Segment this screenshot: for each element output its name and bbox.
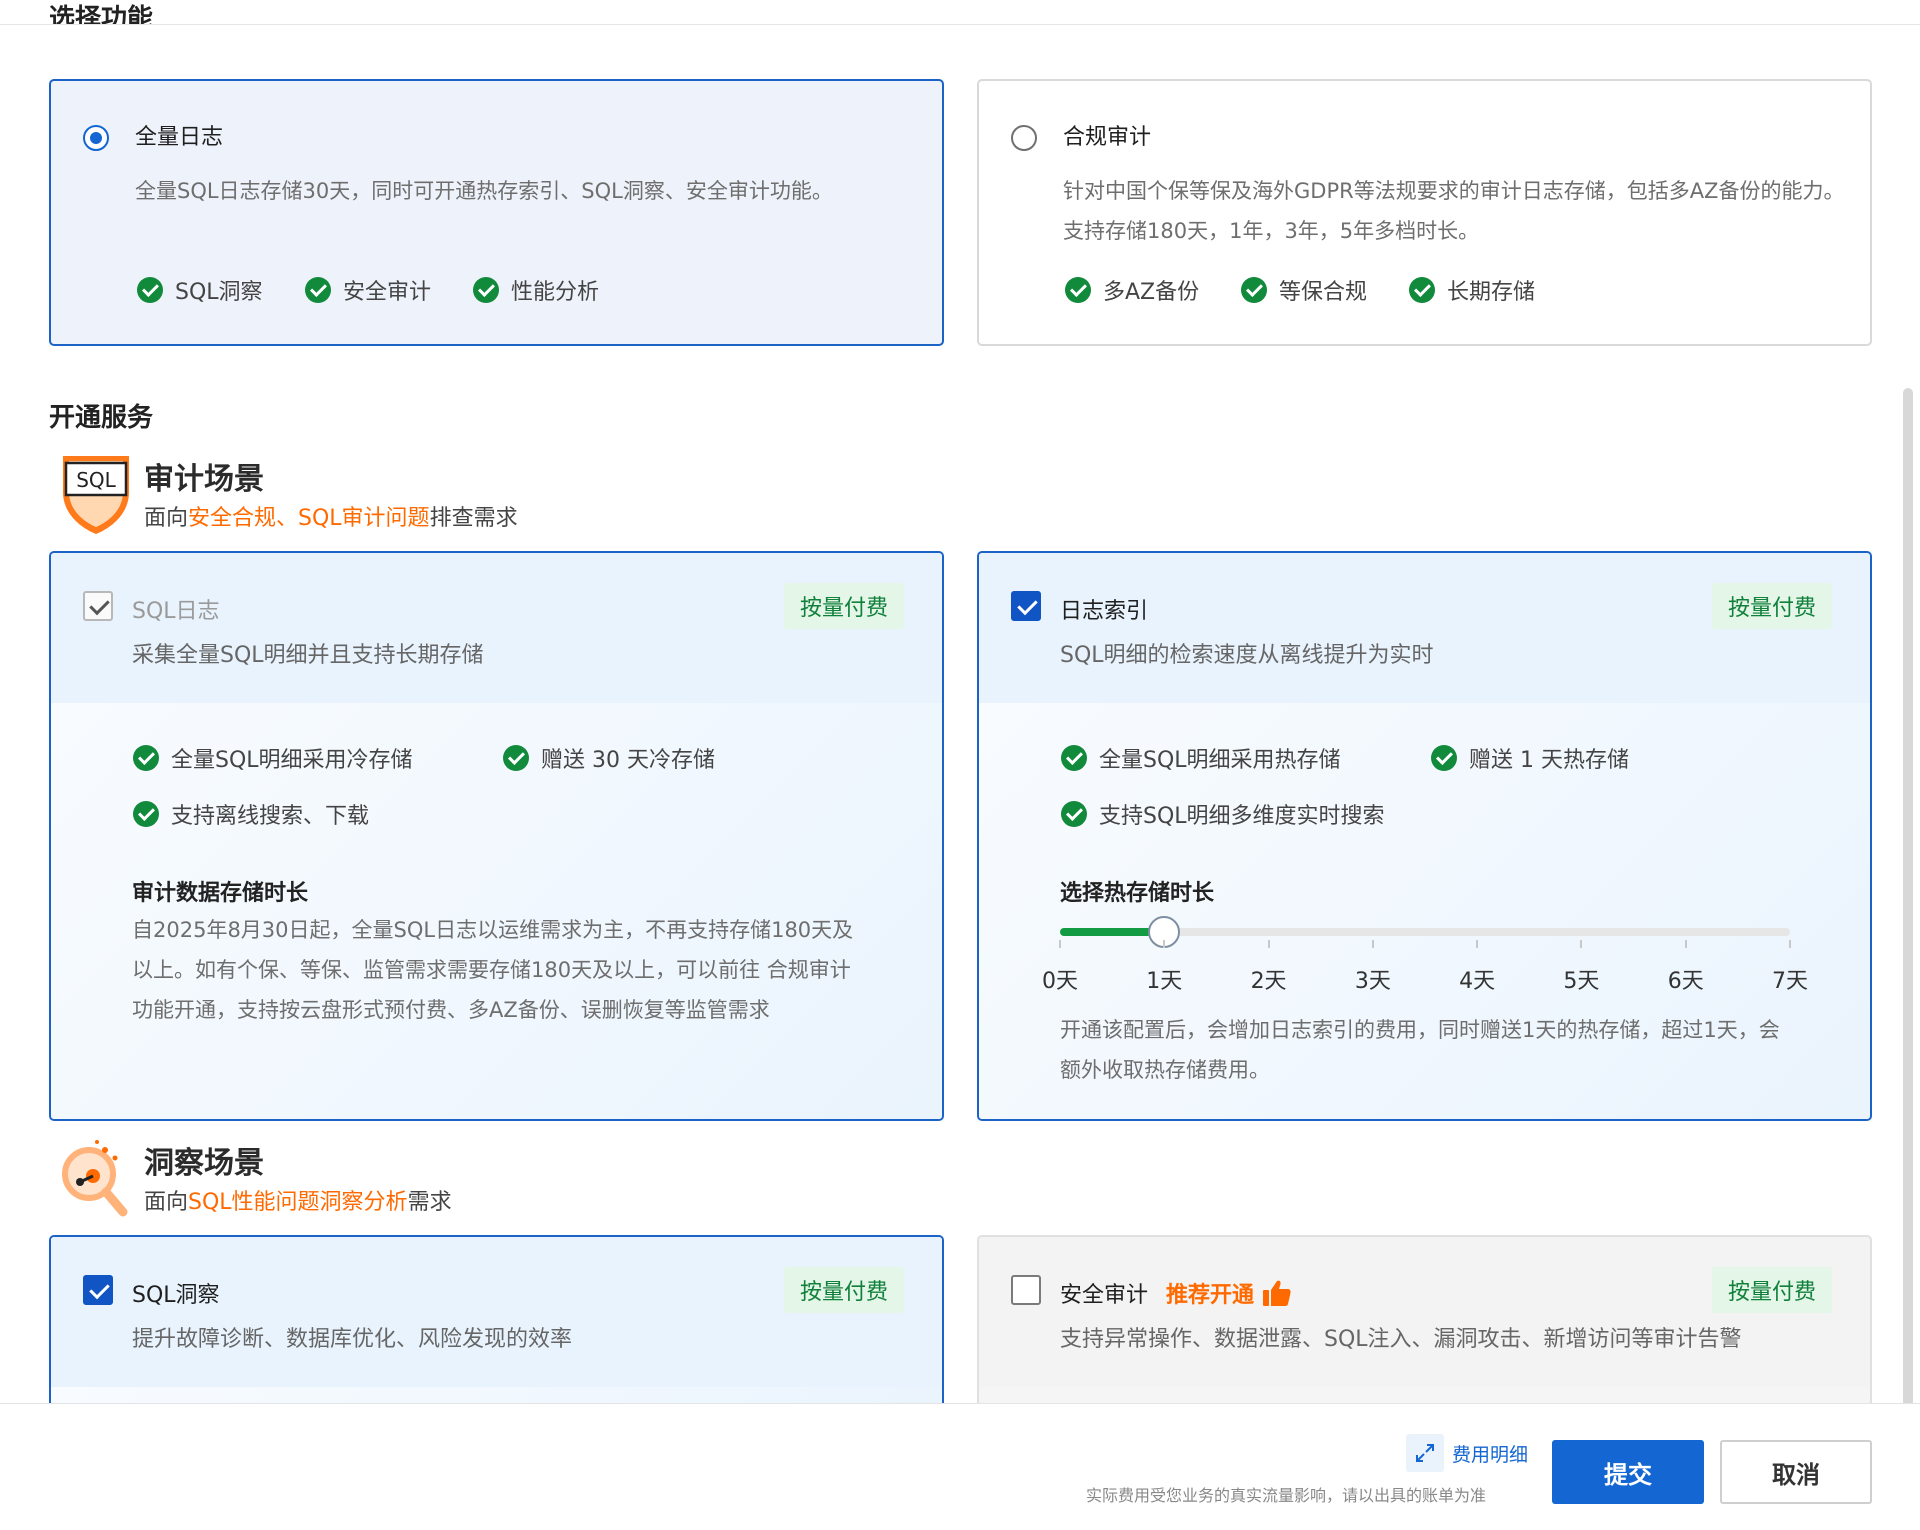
- feature-desc: 提升故障诊断、数据库优化、风险发现的效率: [132, 1327, 573, 1352]
- feature-card-sql-log: SQL日志 采集全量SQL明细并且支持长期存储 按量付费 全量SQL明细采用冷存…: [49, 551, 944, 1121]
- feature-check: 赠送 1 天热存储: [1431, 742, 1629, 774]
- slider-tick: [1684, 940, 1687, 948]
- magnifier-insight-icon: [62, 1140, 128, 1217]
- feature-check: 长期存储: [1409, 274, 1535, 306]
- slider-tick: [1163, 940, 1166, 948]
- sql-insight-checkbox[interactable]: [83, 1275, 113, 1305]
- storage-duration-note: 自2025年8月30日起，全量SQL日志以运维需求为主，不再支持存储180天及以…: [132, 918, 854, 1022]
- check-circle-icon: [1061, 801, 1087, 827]
- radio-full-log[interactable]: [83, 125, 109, 151]
- expand-icon: [1406, 1434, 1444, 1472]
- slider-tick: [1059, 940, 1061, 948]
- check-circle-icon: [1241, 277, 1267, 303]
- fee-note: 实际费用受您业务的真实流量影响，请以出具的账单为准: [1086, 1486, 1487, 1505]
- feature-title: SQL日志: [132, 599, 220, 624]
- slider-tick-label: 3天: [1354, 969, 1391, 994]
- check-circle-icon: [133, 801, 159, 827]
- option-title: 全量日志: [135, 125, 224, 150]
- check-circle-icon: [1065, 277, 1091, 303]
- slider-tick-label: 2天: [1250, 969, 1287, 994]
- feature-check: 安全审计: [305, 274, 431, 306]
- feature-check: 性能分析: [473, 274, 599, 306]
- security-audit-checkbox[interactable]: [1011, 1275, 1041, 1305]
- slider-tick-label: 0天: [1042, 969, 1078, 994]
- log-index-checkbox[interactable]: [1011, 591, 1041, 621]
- fee-detail-link[interactable]: 费用明细: [1406, 1434, 1528, 1472]
- feature-desc: 采集全量SQL明细并且支持长期存储: [132, 643, 484, 668]
- check-circle-icon: [137, 277, 163, 303]
- hot-storage-slider[interactable]: 0天 1天 2天 3天 4天 5天 6天 7天: [1042, 913, 1808, 1003]
- billing-badge: 按量付费: [1712, 583, 1833, 629]
- check-circle-icon: [473, 277, 499, 303]
- feature-title: SQL洞察: [132, 1283, 220, 1308]
- page-scrollbar[interactable]: [1903, 388, 1913, 1418]
- feature-check: 多AZ备份: [1065, 274, 1199, 306]
- feature-card-log-index: 日志索引 SQL明细的检索速度从离线提升为实时 按量付费 全量SQL明细采用热存…: [977, 551, 1872, 1121]
- radio-compliance-audit[interactable]: [1011, 125, 1037, 151]
- billing-badge: 按量付费: [784, 583, 905, 629]
- slider-tick-label: 4天: [1459, 969, 1496, 994]
- feature-check: 全量SQL明细采用冷存储: [133, 742, 413, 774]
- hot-storage-note: 开通该配置后，会增加日志索引的费用，同时赠送1天的热存储，超过1天，会额外收取热…: [1060, 1018, 1780, 1082]
- feature-title: 日志索引: [1060, 599, 1149, 624]
- option-title: 合规审计: [1063, 125, 1152, 150]
- slider-tick: [1476, 940, 1479, 948]
- slider-tick: [1789, 940, 1791, 948]
- section-title-select-function: 选择功能: [49, 4, 154, 25]
- slider-tick: [1267, 940, 1270, 948]
- slider-tick-label: 1天: [1146, 969, 1183, 994]
- sql-badge-text: SQL: [76, 468, 116, 492]
- audit-scene-subtitle: 面向安全合规、SQL审计问题排查需求: [144, 506, 518, 531]
- option-desc: 全量SQL日志存储30天，同时可开通热存索引、SQL洞察、安全审计功能。: [135, 179, 833, 203]
- check-circle-icon: [1431, 745, 1457, 771]
- insight-scene-subtitle: 面向SQL性能问题洞察分析需求: [144, 1190, 452, 1215]
- slider-tick: [1580, 940, 1583, 948]
- recommend-label: 推荐开通: [1166, 1283, 1255, 1308]
- hot-storage-heading: 选择热存储时长: [1060, 881, 1215, 906]
- billing-badge: 按量付费: [1712, 1267, 1833, 1313]
- slider-tick: [1371, 940, 1374, 948]
- services-title: 开通服务: [49, 403, 154, 433]
- feature-check: 支持SQL明细多维度实时搜索: [1061, 798, 1385, 830]
- feature-check: 支持离线搜索、下载: [133, 798, 369, 830]
- feature-check: SQL洞察: [137, 274, 263, 306]
- check-circle-icon: [305, 277, 331, 303]
- storage-duration-heading: 审计数据存储时长: [132, 881, 309, 906]
- thumbs-up-icon: [1263, 1280, 1291, 1306]
- cancel-button[interactable]: 取消: [1720, 1440, 1872, 1504]
- insight-scene-title: 洞察场景: [144, 1146, 264, 1181]
- slider-tick-label: 7天: [1772, 969, 1808, 994]
- top-bar: 选择功能: [0, 0, 1920, 25]
- audit-scene-title: 审计场景: [144, 462, 264, 497]
- sql-shield-icon: SQL: [63, 456, 129, 534]
- feature-title: 安全审计 推荐开通: [1060, 1277, 1292, 1309]
- feature-check: 等保合规: [1241, 274, 1367, 306]
- slider-tick-label: 6天: [1667, 969, 1704, 994]
- feature-desc: SQL明细的检索速度从离线提升为实时: [1060, 643, 1434, 668]
- check-circle-icon: [1409, 277, 1435, 303]
- submit-button[interactable]: 提交: [1552, 1440, 1704, 1504]
- slider-tick-label: 5天: [1563, 969, 1600, 994]
- check-circle-icon: [503, 745, 529, 771]
- feature-check: 赠送 30 天冷存储: [503, 742, 715, 774]
- option-desc: 针对中国个保等保及海外GDPR等法规要求的审计日志存储，包括多AZ备份的能力。支…: [1063, 179, 1845, 243]
- feature-check: 全量SQL明细采用热存储: [1061, 742, 1341, 774]
- sql-log-checkbox[interactable]: [83, 591, 113, 621]
- footer-bar: 费用明细 实际费用受您业务的真实流量影响，请以出具的账单为准 提交 取消: [0, 1403, 1920, 1530]
- check-circle-icon: [133, 745, 159, 771]
- option-card-full-log[interactable]: 全量日志 全量SQL日志存储30天，同时可开通热存索引、SQL洞察、安全审计功能…: [49, 79, 944, 346]
- check-circle-icon: [1061, 745, 1087, 771]
- billing-badge: 按量付费: [784, 1267, 905, 1313]
- feature-desc: 支持异常操作、数据泄露、SQL注入、漏洞攻击、新增访问等审计告警: [1060, 1327, 1742, 1352]
- option-card-compliance-audit[interactable]: 合规审计 针对中国个保等保及海外GDPR等法规要求的审计日志存储，包括多AZ备份…: [977, 79, 1872, 346]
